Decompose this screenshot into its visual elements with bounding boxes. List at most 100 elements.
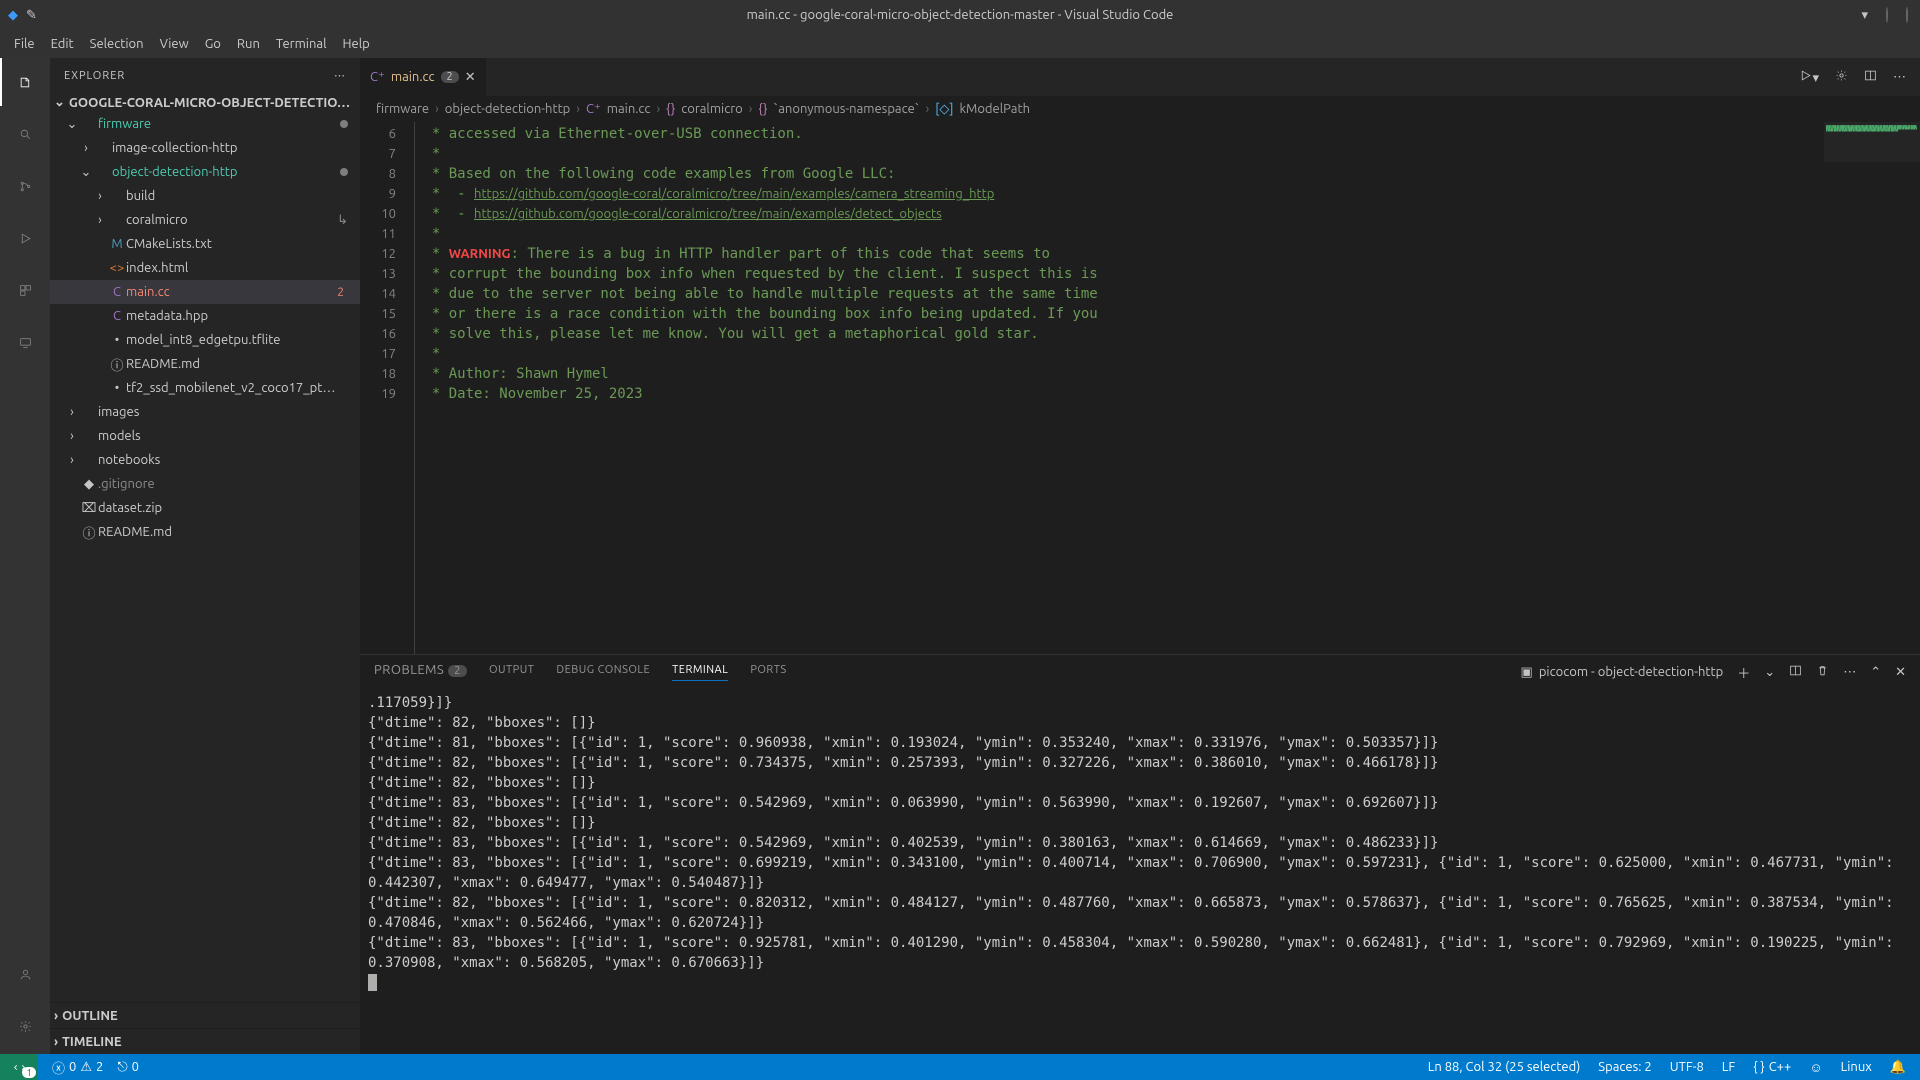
- tree-label: CMakeLists.txt: [126, 237, 348, 251]
- more-icon[interactable]: ⋯: [1893, 70, 1906, 85]
- breadcrumb-icon: C⁺: [586, 102, 601, 117]
- account-icon[interactable]: [11, 960, 39, 988]
- folder-notebooks[interactable]: ›notebooks: [50, 448, 360, 472]
- menu-terminal[interactable]: Terminal: [268, 33, 335, 55]
- remote-button[interactable]: 1: [0, 1054, 38, 1080]
- file-readme-md[interactable]: ⓘREADME.md: [50, 520, 360, 544]
- editor-body[interactable]: 678910111213141516171819 * accessed via …: [360, 122, 1920, 654]
- breadcrumb-item[interactable]: firmware: [376, 102, 429, 116]
- file--gitignore[interactable]: ◆.gitignore: [50, 472, 360, 496]
- breadcrumb-item[interactable]: object-detection-http: [445, 102, 571, 116]
- spacer: [64, 476, 80, 492]
- tab-output[interactable]: OUTPUT: [489, 664, 534, 680]
- workspace-header[interactable]: ⌄ GOOGLE-CORAL-MICRO-OBJECT-DETECTIO…: [50, 93, 360, 112]
- breadcrumb-item[interactable]: main.cc: [607, 102, 651, 116]
- terminal-dropdown-icon[interactable]: ⌄: [1764, 665, 1775, 680]
- tab-terminal[interactable]: TERMINAL: [672, 664, 728, 681]
- chevron-right-icon: ›: [64, 452, 80, 468]
- status-ports[interactable]: ⎋0: [117, 1060, 139, 1075]
- split-terminal-icon[interactable]: [1789, 664, 1802, 680]
- menu-run[interactable]: Run: [229, 33, 268, 55]
- breadcrumb-item[interactable]: kModelPath: [959, 102, 1030, 116]
- tab-problems[interactable]: PROBLEMS2: [374, 663, 467, 681]
- explorer-more-icon[interactable]: ⋯: [334, 69, 346, 82]
- status-spaces[interactable]: Spaces: 2: [1598, 1060, 1651, 1074]
- file-model-int8-edgetpu-tflite[interactable]: •model_int8_edgetpu.tflite: [50, 328, 360, 352]
- folder-firmware[interactable]: ⌄firmware: [50, 112, 360, 136]
- folder-image-collection-http[interactable]: ›image-collection-http: [50, 136, 360, 160]
- pin-icon[interactable]: ✎: [26, 8, 37, 23]
- terminal-output[interactable]: .117059}]} {"dtime": 82, "bboxes": []} {…: [360, 689, 1920, 1054]
- folder-coralmicro[interactable]: ›coralmicro↳: [50, 208, 360, 232]
- file-tf2-ssd-mobilenet-v2-coco17-pt-[interactable]: •tf2_ssd_mobilenet_v2_coco17_pt…: [50, 376, 360, 400]
- minimap-slider[interactable]: [1824, 122, 1920, 162]
- folder-images[interactable]: ›images: [50, 400, 360, 424]
- menu-selection[interactable]: Selection: [82, 33, 152, 55]
- explorer-icon[interactable]: [11, 68, 39, 96]
- code-area[interactable]: * accessed via Ethernet-over-USB connect…: [414, 122, 1824, 654]
- maximize-panel-icon[interactable]: ⌃: [1870, 665, 1881, 680]
- tab-label: main.cc: [391, 70, 435, 84]
- status-selection[interactable]: Ln 88, Col 32 (25 selected): [1428, 1060, 1581, 1074]
- new-terminal-icon[interactable]: ＋: [1737, 663, 1750, 682]
- menu-view[interactable]: View: [152, 33, 197, 55]
- extensions-icon[interactable]: [11, 276, 39, 304]
- breadcrumb[interactable]: firmware›object-detection-http›C⁺main.cc…: [360, 96, 1920, 122]
- tree-label: models: [98, 429, 348, 443]
- spacer: [92, 308, 108, 324]
- search-icon[interactable]: [11, 120, 39, 148]
- run-debug-icon[interactable]: [11, 224, 39, 252]
- outline-label: OUTLINE: [62, 1009, 118, 1023]
- menu-file[interactable]: File: [6, 33, 43, 55]
- status-os[interactable]: Linux: [1841, 1060, 1872, 1074]
- file-readme-md[interactable]: ⓘREADME.md: [50, 352, 360, 376]
- status-bar: 1 ⓧ0 ⚠2 ⎋0 Ln 88, Col 32 (25 selected) S…: [0, 1054, 1920, 1080]
- workspace-name: GOOGLE-CORAL-MICRO-OBJECT-DETECTIO…: [69, 96, 356, 110]
- source-control-icon[interactable]: [11, 172, 39, 200]
- close-panel-icon[interactable]: ✕: [1895, 665, 1906, 680]
- file-main-cc[interactable]: Cmain.cc2: [50, 280, 360, 304]
- file-dataset-zip[interactable]: ⌧dataset.zip: [50, 496, 360, 520]
- kill-terminal-icon[interactable]: [1816, 664, 1829, 680]
- tab-main-cc[interactable]: C⁺ main.cc 2 ✕: [360, 58, 487, 96]
- tree-label: image-collection-http: [112, 141, 348, 155]
- tree-label: main.cc: [126, 285, 337, 299]
- terminal-profile[interactable]: ▣ picocom - object-detection-http: [1521, 665, 1724, 680]
- folder-object-detection-http[interactable]: ⌄object-detection-http: [50, 160, 360, 184]
- more-icon[interactable]: ⋯: [1843, 665, 1856, 680]
- breadcrumb-item[interactable]: `anonymous-namespace`: [773, 102, 919, 116]
- menu-edit[interactable]: Edit: [43, 33, 82, 55]
- split-editor-icon[interactable]: [1864, 69, 1877, 85]
- status-lang[interactable]: { }C++: [1753, 1060, 1791, 1074]
- spacer: [92, 332, 108, 348]
- chevron-right-icon: ›: [64, 428, 80, 444]
- outline-header[interactable]: › OUTLINE: [50, 1002, 360, 1028]
- tab-debug-console[interactable]: DEBUG CONSOLE: [556, 664, 650, 680]
- timeline-header[interactable]: › TIMELINE: [50, 1028, 360, 1054]
- editor-group: C⁺ main.cc 2 ✕ ▾ ⋯ firmware › object-detec…: [360, 58, 1920, 1054]
- folder-models[interactable]: › models: [50, 424, 360, 448]
- maximize-icon[interactable]: [1886, 8, 1888, 22]
- status-encoding[interactable]: UTF-8: [1670, 1060, 1704, 1074]
- folder-build[interactable]: ›build: [50, 184, 360, 208]
- file-index-html[interactable]: <>index.html: [50, 256, 360, 280]
- minimap[interactable]: ████ ███ ██ ████ ███ ██ ████ ███ ██ ████…: [1824, 122, 1920, 654]
- breadcrumb-item[interactable]: coralmicro: [681, 102, 743, 116]
- status-eol[interactable]: LF: [1722, 1060, 1735, 1074]
- menu-go[interactable]: Go: [197, 33, 229, 55]
- status-problems[interactable]: ⓧ0 ⚠2: [52, 1058, 103, 1077]
- menu-help[interactable]: Help: [334, 33, 377, 55]
- minimize-icon[interactable]: ▾: [1861, 8, 1868, 23]
- close-icon[interactable]: [1906, 8, 1908, 22]
- status-bell-icon[interactable]: 🔔: [1890, 1060, 1906, 1075]
- file-metadata-hpp[interactable]: Cmetadata.hpp: [50, 304, 360, 328]
- tab-ports[interactable]: PORTS: [750, 664, 786, 680]
- remote-explorer-icon[interactable]: [11, 328, 39, 356]
- tab-close-icon[interactable]: ✕: [465, 70, 476, 85]
- breadcrumb-sep-icon: ›: [576, 102, 580, 116]
- run-icon[interactable]: ▾: [1799, 69, 1819, 86]
- gear-icon[interactable]: [11, 1012, 39, 1040]
- file-cmakelists-txt[interactable]: MCMakeLists.txt: [50, 232, 360, 256]
- status-feedback-icon[interactable]: ☺: [1809, 1060, 1822, 1075]
- settings-icon[interactable]: [1835, 69, 1848, 85]
